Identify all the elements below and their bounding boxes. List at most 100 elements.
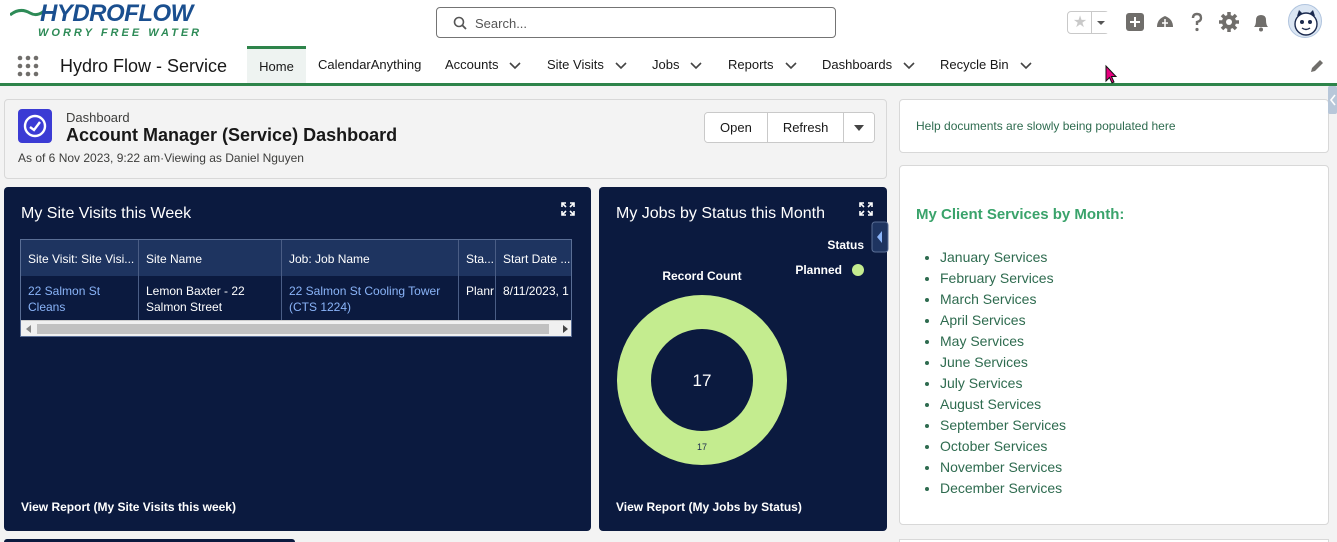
view-report-link[interactable]: View Report (My Site Visits this week) [21,500,236,514]
gear-icon[interactable] [1217,10,1241,34]
tab-label: CalendarAnything [318,57,422,72]
tab-reports[interactable]: Reports [728,46,798,83]
favorites-dropdown-button[interactable] [1091,12,1109,33]
site-visits-widget: My Site Visits this Week Site Visit: Sit… [4,187,591,531]
search-input[interactable] [475,13,815,33]
column-header[interactable]: Start Date ... [496,240,571,276]
tab-calendaranything[interactable]: CalendarAnything [318,46,421,83]
app-name: Hydro Flow - Service [60,56,228,76]
notification-bell-icon[interactable] [1249,10,1273,34]
chevron-down-icon[interactable] [784,58,798,72]
chevron-down-icon[interactable] [508,58,522,72]
services-link-october[interactable]: October Services [940,436,1066,457]
more-actions-button[interactable] [844,113,875,142]
services-link-november[interactable]: November Services [940,457,1066,478]
dashboard-actions: Open Refresh [704,112,876,143]
services-link-december[interactable]: December Services [940,478,1066,499]
star-icon[interactable]: ★ [1070,13,1090,33]
site-visits-table: Site Visit: Site Visi... Site Name Job: … [20,239,572,337]
tab-dashboards[interactable]: Dashboards [822,46,916,83]
scroll-right-icon[interactable] [557,321,572,337]
global-search[interactable] [436,7,836,38]
dashboard-meta: As of 6 Nov 2023, 9:22 am·Viewing as Dan… [18,151,304,165]
open-button[interactable]: Open [705,113,768,142]
legend-swatch[interactable] [852,264,864,276]
dashboard-icon [18,109,52,143]
column-header[interactable]: Job: Job Name [282,240,459,276]
tab-jobs[interactable]: Jobs [652,46,703,83]
expand-icon[interactable] [859,202,873,216]
services-link-july[interactable]: July Services [940,373,1066,394]
chevron-down-icon[interactable] [1019,58,1033,72]
services-link-february[interactable]: February Services [940,268,1066,289]
tab-label: Site Visits [547,57,604,72]
services-link-january[interactable]: January Services [940,247,1066,268]
chevron-down-icon[interactable] [689,58,703,72]
legend-title: Status [827,238,864,252]
refresh-button[interactable]: Refresh [767,113,845,142]
tab-accounts[interactable]: Accounts [445,46,522,83]
collapse-panel-icon[interactable] [871,221,889,253]
horizontal-scrollbar[interactable] [21,320,572,337]
services-link-march[interactable]: March Services [940,289,1066,310]
global-header: HYDROFLOW WORRY FREE WATER ★ [0,0,1337,46]
services-link-september[interactable]: September Services [940,415,1066,436]
app-navigation-bar: Hydro Flow - Service Home CalendarAnythi… [0,46,1337,86]
chevron-down-icon[interactable] [614,58,628,72]
tab-label: Home [259,58,294,74]
legend-label[interactable]: Planned [795,263,842,277]
column-header[interactable]: Sta... [459,240,496,276]
services-link-august[interactable]: August Services [940,394,1066,415]
column-header[interactable]: Site Visit: Site Visi... [21,240,139,276]
tab-recycle-bin[interactable]: Recycle Bin [940,46,1033,83]
tab-site-visits[interactable]: Site Visits [547,46,628,83]
jobs-by-status-widget: My Jobs by Status this Month Record Coun… [599,187,889,531]
logo-tagline: WORRY FREE WATER [38,27,203,39]
expand-icon[interactable] [561,202,575,216]
tab-label: Recycle Bin [940,57,1009,72]
favorites-control[interactable]: ★ [1067,11,1109,34]
services-link-may[interactable]: May Services [940,331,1066,352]
scroll-left-icon[interactable] [21,321,37,337]
start-date-cell: 8/11/2023, 1 [503,284,569,298]
tab-label: Dashboards [822,57,893,72]
mouse-cursor-icon [1105,64,1118,84]
chevron-down-icon[interactable] [902,58,916,72]
user-avatar[interactable] [1288,4,1322,38]
trailhead-icon[interactable] [1153,10,1177,34]
dashboard-title: Account Manager (Service) Dashboard [66,125,398,145]
tab-label: Jobs [652,57,680,72]
services-title: My Client Services by Month: [916,206,1125,223]
logo-wordmark: HYDROFLOW [40,0,193,27]
help-text: Help documents are slowly being populate… [916,119,1176,133]
services-list: January Services February Services March… [940,247,1066,499]
site-visits-title: My Site Visits this Week [21,205,192,222]
slice-value-label: 17 [697,442,707,452]
chart-legend: Planned [795,263,864,277]
client-services-card: My Client Services by Month: January Ser… [899,165,1329,525]
global-actions-icon[interactable] [1123,10,1147,34]
tab-label: Reports [728,57,774,72]
column-header[interactable]: Site Name [139,240,282,276]
chevron-down-icon [854,124,865,131]
side-panel-toggle-icon[interactable] [1328,86,1337,114]
job-name-link[interactable]: 22 Salmon St Cooling Tower (CTS 1224) [282,276,459,320]
help-icon[interactable] [1185,10,1209,34]
site-name-cell: Lemon Baxter - 22 Salmon Street [139,276,282,320]
edit-nav-pencil-icon[interactable] [1309,58,1325,74]
gauge-icon [23,114,47,138]
chart-title: Record Count [662,269,741,283]
status-cell: Planr [459,276,496,320]
scrollbar-thumb[interactable] [37,324,549,334]
services-link-april[interactable]: April Services [940,310,1066,331]
table-header-row: Site Visit: Site Visi... Site Name Job: … [21,240,571,276]
hydroflow-logo[interactable]: HYDROFLOW WORRY FREE WATER [10,0,210,44]
tab-home[interactable]: Home [247,46,306,83]
donut-center-total: 17 [693,371,712,390]
view-report-link[interactable]: View Report (My Jobs by Status) [616,500,802,514]
chevron-down-icon [1097,21,1105,25]
jobs-title: My Jobs by Status this Month [616,205,825,222]
site-visit-link[interactable]: 22 Salmon St Cleans [21,276,139,320]
app-launcher-icon[interactable] [17,55,39,77]
services-link-june[interactable]: June Services [940,352,1066,373]
